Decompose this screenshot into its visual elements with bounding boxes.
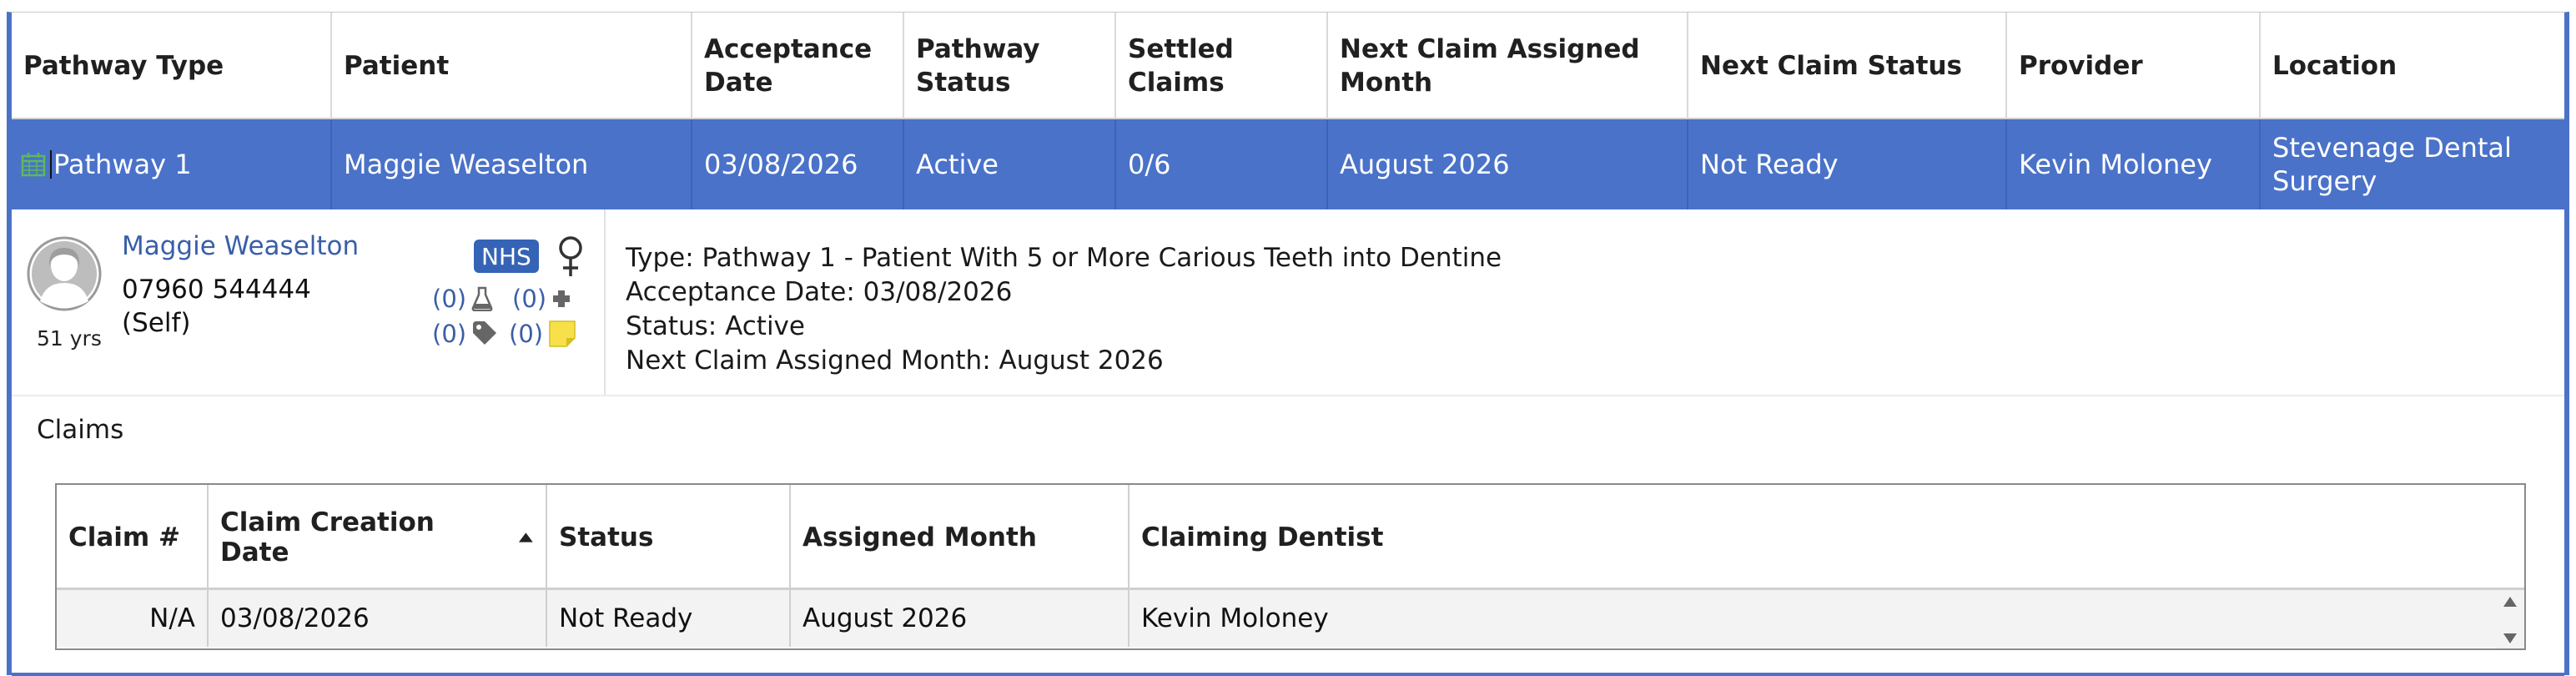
tags-count: (0) <box>432 320 467 348</box>
claims-col-creation-date-label: Claim Creation Date <box>220 507 435 568</box>
cell-settled-claims[interactable]: 0/6 <box>1116 119 1328 209</box>
pathway-type-line: Type: Pathway 1 - Patient With 5 or More… <box>626 243 1502 273</box>
cell-next-claim-status[interactable]: Not Ready <box>1688 119 2007 209</box>
detail-bottom-border <box>12 673 2564 676</box>
patient-age: 51 yrs <box>37 326 102 351</box>
tags-counter[interactable]: (0) <box>432 320 498 348</box>
cell-pathway-status[interactable]: Active <box>904 119 1116 209</box>
claims-scrollbar[interactable] <box>2496 590 2524 648</box>
col-header-provider[interactable]: Provider <box>2007 13 2261 119</box>
claim-dentist-cell[interactable]: Kevin Moloney <box>1130 590 2496 647</box>
patient-phone: 07960 544444 <box>122 275 311 305</box>
claims-col-claim-no[interactable]: Claim # <box>57 485 209 590</box>
lab-counter[interactable]: (0) <box>432 285 493 313</box>
next-claim-month-line: Next Claim Assigned Month: August 2026 <box>626 346 1164 376</box>
acceptance-date-line: Acceptance Date: 03/08/2026 <box>626 277 1013 307</box>
medical-count: (0) <box>512 285 547 313</box>
female-icon <box>559 236 582 276</box>
note-icon <box>549 320 576 347</box>
medical-counter[interactable]: (0) <box>512 285 571 313</box>
cell-acceptance-date[interactable]: 03/08/2026 <box>692 119 904 209</box>
claim-status-cell[interactable]: Not Ready <box>547 590 791 647</box>
patient-name-link[interactable]: Maggie Weaselton <box>122 231 359 261</box>
claims-col-creation-date[interactable]: Claim Creation Date <box>209 485 547 590</box>
cell-location[interactable]: Stevenage Dental Surgery <box>2261 119 2564 209</box>
notes-counter[interactable]: (0) <box>509 320 576 348</box>
claims-table-header: Claim # Claim Creation Date Status Assig… <box>57 485 2524 590</box>
col-header-next-claim-status[interactable]: Next Claim Status <box>1688 13 2007 119</box>
claims-col-status[interactable]: Status <box>547 485 791 590</box>
cell-next-claim-month[interactable]: August 2026 <box>1328 119 1688 209</box>
pathway-row-selected[interactable]: Pathway 1 Maggie Weaselton 03/08/2026 Ac… <box>12 119 2564 209</box>
plus-icon <box>553 290 571 307</box>
row-detail-panel: 51 yrs Maggie Weaselton 07960 544444 (Se… <box>12 209 2564 676</box>
cell-pathway-type[interactable]: Pathway 1 <box>12 119 332 209</box>
notes-count: (0) <box>509 320 544 348</box>
avatar-icon <box>27 236 102 311</box>
col-header-acceptance-date[interactable]: Acceptance Date <box>692 13 904 119</box>
tag-icon <box>473 321 497 345</box>
nhs-badge: NHS <box>474 240 539 273</box>
claims-col-dentist[interactable]: Claiming Dentist <box>1130 485 2524 590</box>
col-header-location[interactable]: Location <box>2261 13 2564 119</box>
scroll-up-icon[interactable] <box>2502 595 2518 608</box>
lab-count: (0) <box>432 285 467 313</box>
flask-icon <box>471 286 493 311</box>
patient-card: 51 yrs Maggie Weaselton 07960 544444 (Se… <box>12 209 606 395</box>
patient-relationship: (Self) <box>122 308 191 338</box>
grid-header: Pathway Type Patient Acceptance Date Pat… <box>12 13 2564 119</box>
claim-row[interactable]: N/A 03/08/2026 Not Ready August 2026 Kev… <box>57 590 2524 647</box>
pathway-type-value: Pathway 1 <box>53 149 192 180</box>
col-header-pathway-type[interactable]: Pathway Type <box>12 13 332 119</box>
col-header-patient[interactable]: Patient <box>332 13 692 119</box>
sort-asc-icon[interactable] <box>518 532 534 543</box>
claim-assigned-month-cell[interactable]: August 2026 <box>791 590 1130 647</box>
cell-patient[interactable]: Maggie Weaselton <box>332 119 692 209</box>
pathways-grid-frame: Pathway Type Patient Acceptance Date Pat… <box>7 12 2569 676</box>
section-divider <box>12 395 2564 396</box>
col-header-next-claim-month[interactable]: Next Claim Assigned Month <box>1328 13 1688 119</box>
cell-provider[interactable]: Kevin Moloney <box>2007 119 2261 209</box>
calendar-icon[interactable] <box>20 151 47 178</box>
col-header-settled-claims[interactable]: Settled Claims <box>1116 13 1328 119</box>
text-caret <box>50 150 52 179</box>
col-header-pathway-status[interactable]: Pathway Status <box>904 13 1116 119</box>
claims-section-title: Claims <box>37 415 124 445</box>
status-line: Status: Active <box>626 311 805 341</box>
pathway-summary: Type: Pathway 1 - Patient With 5 or More… <box>626 241 1502 378</box>
claim-creation-date-cell[interactable]: 03/08/2026 <box>209 590 547 647</box>
claims-table: Claim # Claim Creation Date Status Assig… <box>55 483 2526 650</box>
scroll-down-icon[interactable] <box>2502 632 2518 645</box>
claims-col-assigned-month[interactable]: Assigned Month <box>791 485 1130 590</box>
claim-no-cell[interactable]: N/A <box>57 590 209 647</box>
